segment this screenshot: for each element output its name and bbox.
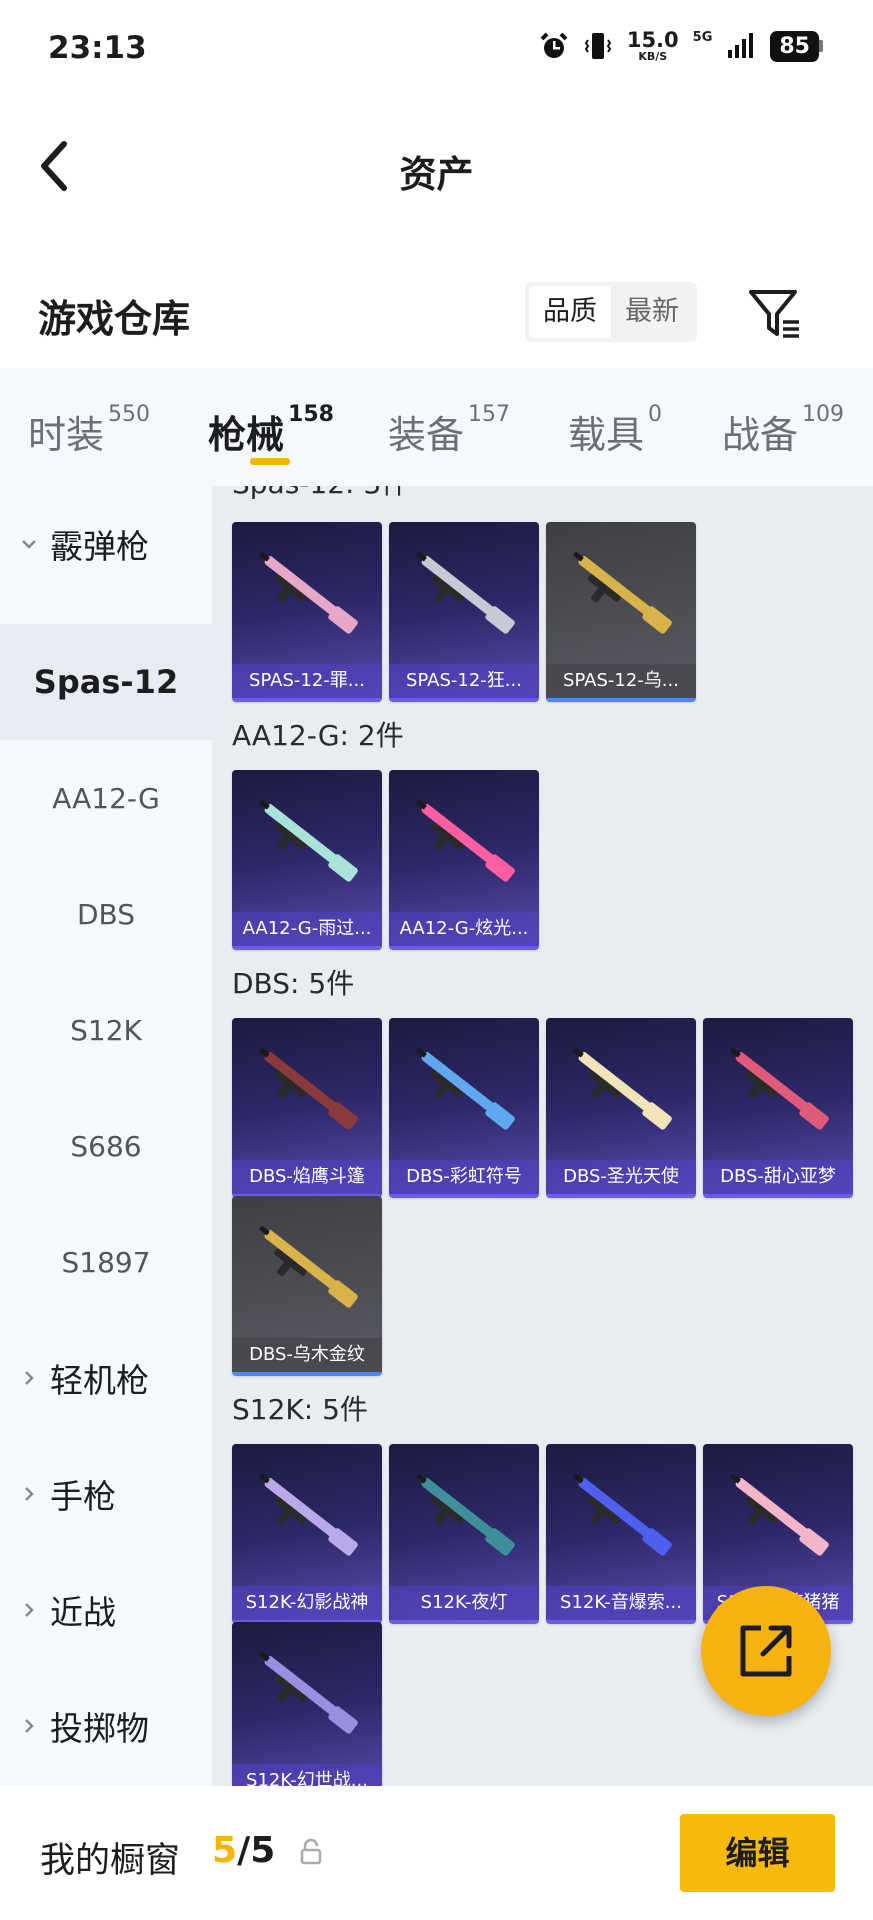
sidebar-category-pistol[interactable]: 手枪 [0,1436,212,1552]
showcase-title: 我的橱窗 [40,1841,181,1881]
weapon-card-label: AA12-G-雨过... [232,912,382,946]
weapon-card[interactable]: S12K-幻世战... [232,1622,382,1786]
weapon-card[interactable]: S12K-幻影战神 [232,1444,382,1624]
tab-weapons[interactable]: 枪械 158 [208,402,334,459]
status-bar: 23:13 15.0 KB/S 5G 85 [0,0,873,100]
weapon-card[interactable]: S12K-夜灯 [389,1444,539,1624]
sidebar-category-melee[interactable]: 近战 [0,1552,212,1668]
tab-equipment[interactable]: 装备 157 [388,402,510,459]
share-button[interactable] [701,1586,831,1716]
shotgun-icon [259,799,358,882]
shotgun-icon [416,1047,515,1130]
lock-icon [300,1838,322,1865]
chevron-right-icon [25,1603,34,1617]
page-title: 资产 [399,153,474,196]
weapon-card-label: S12K-幻影战神 [232,1586,382,1620]
weapon-card-label: AA12-G-炫光... [389,912,539,946]
weapon-card-label: SPAS-12-乌... [546,664,696,698]
weapon-card[interactable]: DBS-焰鹰斗篷 [232,1018,382,1198]
section-title-spas12: Spas-12: 3件 [232,486,409,502]
weapon-card[interactable]: DBS-彩虹符号 [389,1018,539,1198]
weapon-card[interactable]: SPAS-12-狂... [389,522,539,702]
warehouse-title: 游戏仓库 [38,297,191,341]
sidebar-item-s1897[interactable]: S1897 [0,1204,212,1320]
sidebar-item-s12k[interactable]: S12K [0,972,212,1088]
category-tabs: 时装 550 枪械 158 装备 157 载具 0 战备 109 [0,368,873,486]
shotgun-icon [416,551,515,634]
shotgun-icon [259,1047,358,1130]
shotgun-icon [573,1473,672,1556]
tab-supplies[interactable]: 战备 109 [722,402,844,459]
weapon-card[interactable]: AA12-G-炫光... [389,770,539,950]
shotgun-icon [573,551,672,634]
sidebar-item-s686[interactable]: S686 [0,1088,212,1204]
section-title-aa12g: AA12-G: 2件 [232,719,404,752]
tab-vehicles[interactable]: 载具 0 [568,402,662,459]
shotgun-icon [259,551,358,634]
shotgun-icon [416,1473,515,1556]
shotgun-icon [259,1473,358,1556]
weapon-card[interactable]: AA12-G-雨过... [232,770,382,950]
weapon-card-label: DBS-焰鹰斗篷 [232,1160,382,1194]
status-icons: 15.0 KB/S 5G 85 [539,30,823,62]
chevron-down-icon [22,540,36,549]
battery-icon: 85 [770,30,823,62]
network-type: 5G [692,30,713,45]
signal-icon [728,33,754,58]
weapon-card[interactable]: SPAS-12-乌... [546,522,696,702]
sort-latest-option[interactable]: 最新 [611,286,693,338]
sidebar-category-shotgun[interactable]: 霰弹枪 [0,486,212,602]
sidebar-category-throwable[interactable]: 投掷物 [0,1668,212,1784]
showcase-bar: 我的橱窗 5/5 编辑 [0,1786,873,1920]
weapon-card[interactable]: DBS-甜心亚梦 [703,1018,853,1198]
alarm-icon [540,32,568,58]
shotgun-icon [730,1047,829,1130]
weapon-card-label: DBS-圣光天使 [546,1160,696,1194]
weapon-card[interactable]: S12K-音爆索... [546,1444,696,1624]
weapon-card-label: S12K-音爆索... [546,1586,696,1620]
weapon-card-label: S12K-夜灯 [389,1586,539,1620]
weapon-card-label: DBS-彩虹符号 [389,1160,539,1194]
showcase-count: 5/5 [212,1830,276,1871]
weapon-card[interactable]: SPAS-12-罪... [232,522,382,702]
weapon-card[interactable]: DBS-圣光天使 [546,1018,696,1198]
net-speed: 15.0 KB/S [626,28,679,63]
weapon-type-sidebar: 霰弹枪 Spas-12 AA12-G DBS S12K S686 S1897 轻… [0,486,212,1786]
sort-quality-option[interactable]: 品质 [529,286,611,338]
edit-button[interactable]: 编辑 [680,1814,835,1892]
filter-icon[interactable] [745,284,803,342]
chevron-right-icon [25,1371,34,1385]
shotgun-icon [573,1047,672,1130]
shotgun-icon [259,1651,358,1734]
sidebar-category-lmg[interactable]: 轻机枪 [0,1320,212,1436]
weapon-card-label: SPAS-12-狂... [389,664,539,698]
weapon-card-label: DBS-乌木金纹 [232,1338,382,1372]
status-time: 23:13 [48,30,147,66]
external-share-icon [740,1625,792,1677]
chevron-right-icon [25,1487,34,1501]
weapon-card-label: SPAS-12-罪... [232,664,382,698]
weapon-card[interactable]: DBS-乌木金纹 [232,1196,382,1376]
sidebar-item-aa12g[interactable]: AA12-G [0,740,212,856]
tab-fashion[interactable]: 时装 550 [28,402,150,459]
sidebar-item-spas12[interactable]: Spas-12 [0,624,212,740]
section-title-s12k: S12K: 5件 [232,1393,368,1426]
chevron-right-icon [25,1719,34,1733]
weapon-card-label: S12K-幻世战... [232,1764,382,1786]
active-tab-indicator [250,458,290,465]
shotgun-icon [416,799,515,882]
sidebar-item-dbs[interactable]: DBS [0,856,212,972]
weapon-card-label: DBS-甜心亚梦 [703,1160,853,1194]
shotgun-icon [259,1225,358,1308]
section-title-dbs: DBS: 5件 [232,967,355,1000]
vibrate-icon [584,33,612,59]
sort-toggle: 品质 最新 [525,282,697,342]
shotgun-icon [730,1473,829,1556]
top-app-bar: 资产 [0,100,873,230]
